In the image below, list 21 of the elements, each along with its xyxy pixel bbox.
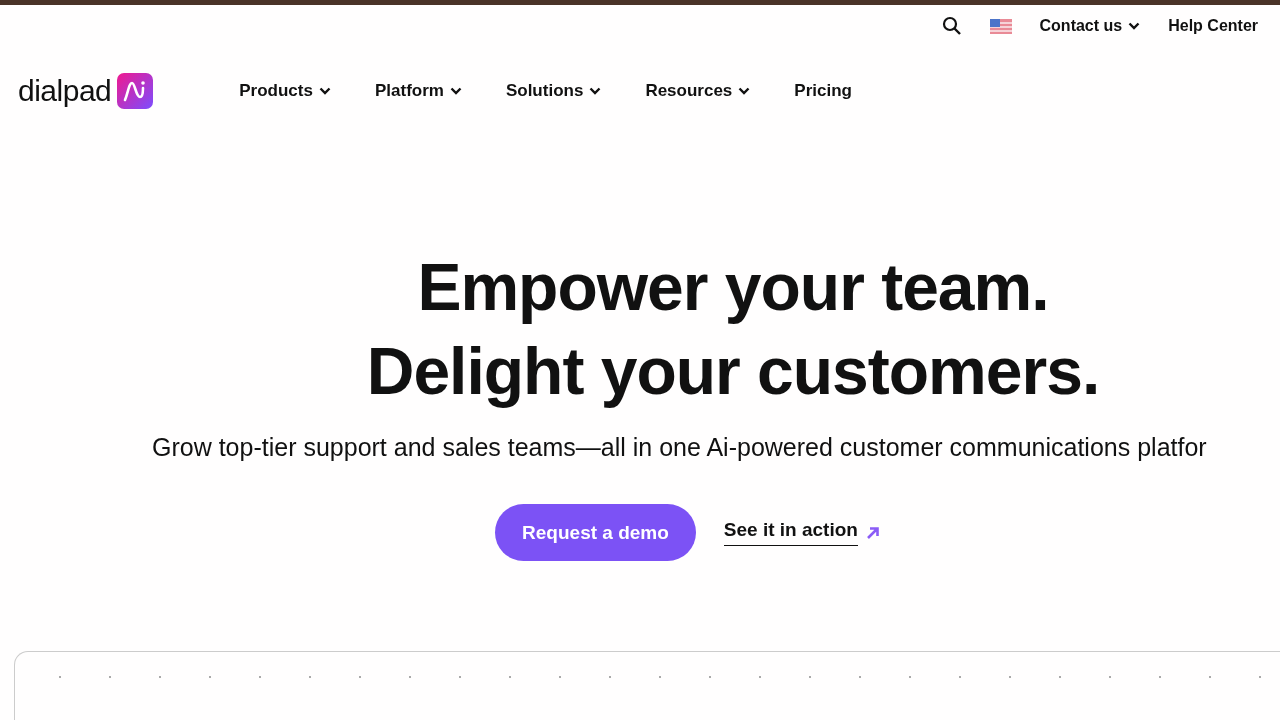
contact-link[interactable]: Contact us	[1039, 17, 1141, 35]
nav-link[interactable]: Platform	[374, 81, 462, 101]
see-in-action-link[interactable]: See it in action	[723, 519, 880, 546]
chevron-down-icon	[1128, 22, 1141, 30]
chevron-down-icon	[318, 87, 331, 95]
hero-subtitle: Grow top-tier support and sales teams—all in one Ai-powered customer communications platfor	[151, 433, 1207, 462]
logo-icon[interactable]	[117, 73, 154, 109]
logo-wordmark[interactable]: dialpad	[18, 74, 112, 108]
help-center-link[interactable]: Help Center	[1168, 17, 1258, 35]
arrow-up-right-icon	[865, 525, 880, 540]
chevron-down-icon	[449, 87, 462, 95]
nav-link[interactable]: Resources	[645, 81, 751, 101]
nav-link[interactable]: Pricing	[794, 81, 852, 101]
nav-link[interactable]: Products	[239, 81, 331, 101]
nav-link[interactable]: Solutions	[505, 81, 602, 101]
hero-title: Empower your team. Delight your customers.	[365, 249, 1100, 410]
chevron-down-icon	[738, 87, 751, 95]
flag-icon[interactable]	[989, 18, 1012, 34]
search-icon[interactable]	[941, 16, 962, 36]
request-demo-button[interactable]: Request a demo	[495, 504, 696, 561]
chevron-down-icon	[589, 87, 602, 95]
